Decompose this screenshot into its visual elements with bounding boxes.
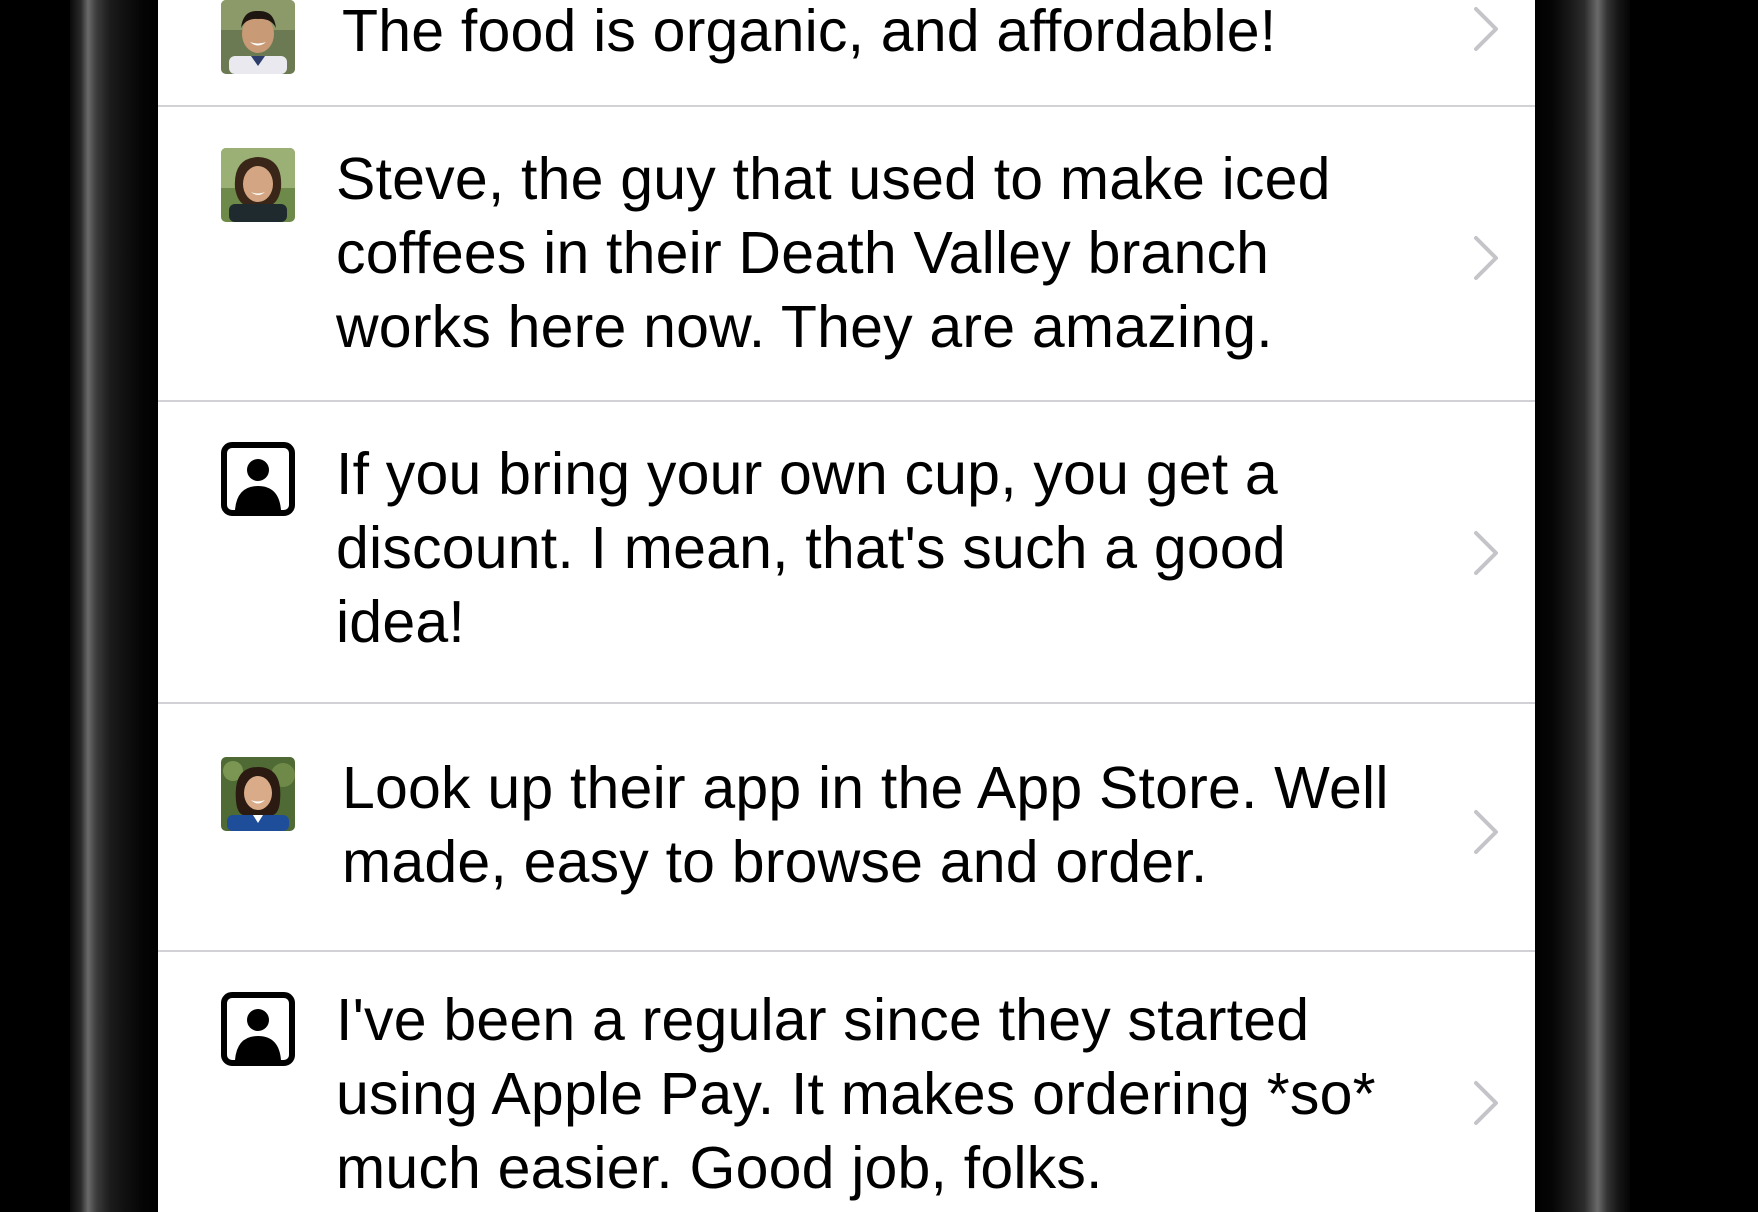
review-row[interactable]: I've been a regular since they started u…: [158, 952, 1535, 1212]
chevron-right-icon: [1471, 233, 1501, 283]
device-frame-left: [70, 0, 160, 1212]
review-row[interactable]: Look up their app in the App Store. Well…: [158, 704, 1535, 952]
chevron-right-icon: [1471, 1078, 1501, 1128]
review-text: The food is organic, and affordable!: [342, 0, 1277, 64]
avatar-photo-woman-2-icon: [221, 757, 295, 831]
avatar-photo-man-icon: [221, 0, 295, 74]
avatar-photo-woman-1-icon: [221, 148, 295, 222]
review-row[interactable]: Steve, the guy that used to make iced co…: [158, 107, 1535, 402]
device-stage: The food is organic, and affordable! Ste…: [0, 0, 1758, 1212]
review-text: Steve, the guy that used to make iced co…: [336, 146, 1331, 360]
review-row[interactable]: The food is organic, and affordable!: [158, 0, 1535, 107]
chevron-right-icon: [1471, 4, 1501, 54]
person-placeholder-icon: [221, 442, 295, 516]
review-text: Look up their app in the App Store. Well…: [342, 755, 1389, 895]
review-text: If you bring your own cup, you get a dis…: [336, 441, 1286, 655]
reviews-list: The food is organic, and affordable! Ste…: [158, 0, 1535, 1212]
device-frame-right: [1535, 0, 1630, 1212]
chevron-right-icon: [1471, 528, 1501, 578]
review-row[interactable]: If you bring your own cup, you get a dis…: [158, 402, 1535, 704]
chevron-right-icon: [1471, 807, 1501, 857]
review-text: I've been a regular since they started u…: [336, 987, 1376, 1201]
person-placeholder-icon: [221, 992, 295, 1066]
